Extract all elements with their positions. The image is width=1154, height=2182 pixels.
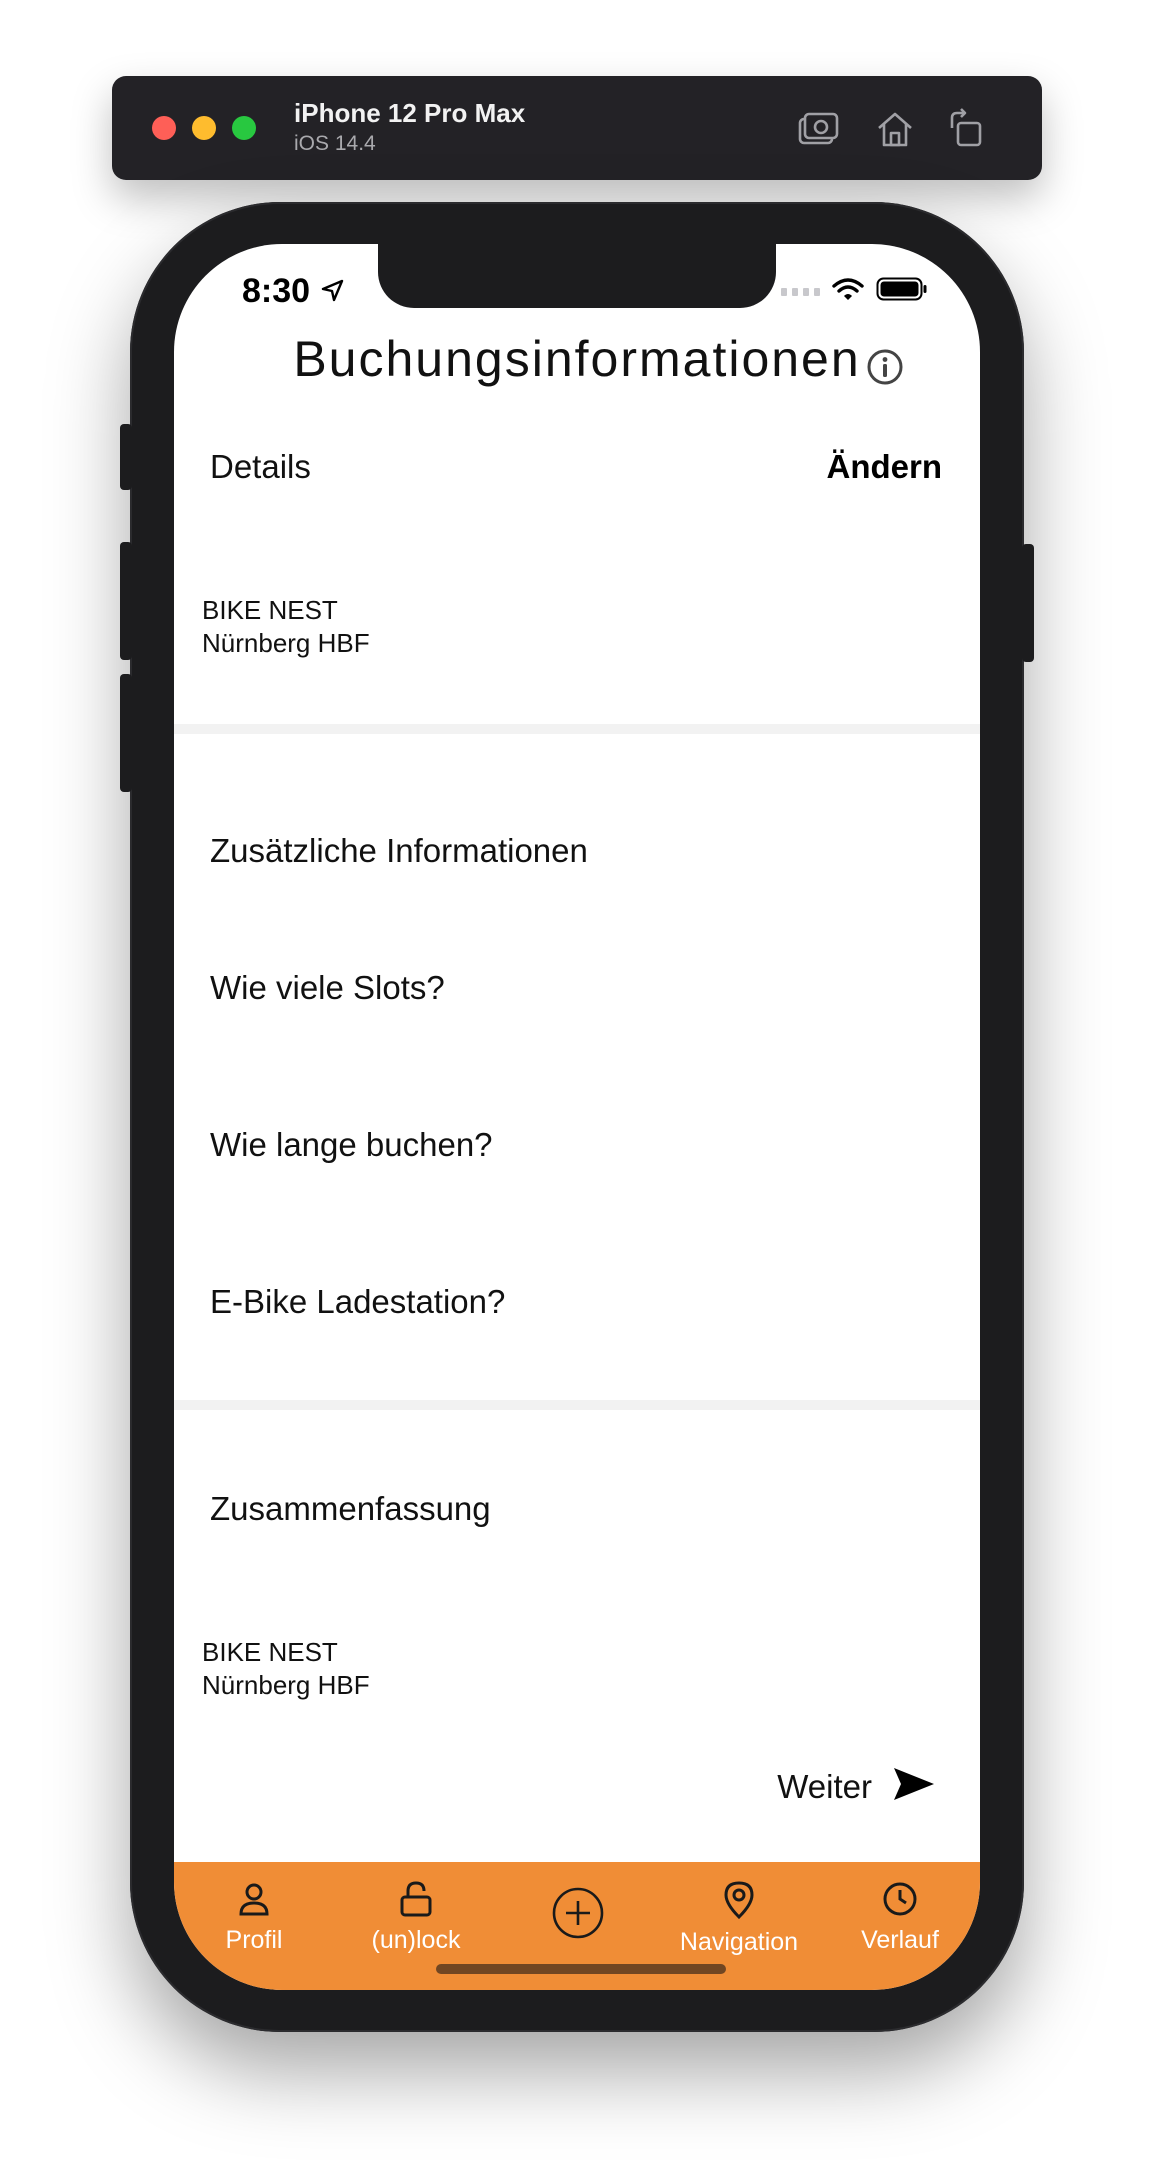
info-icon[interactable] — [866, 348, 904, 386]
details-address: BIKE NEST Nürnberg HBF — [202, 594, 370, 660]
duration-question[interactable]: Wie lange buchen? — [210, 1126, 493, 1164]
next-button[interactable]: Weiter — [777, 1766, 936, 1807]
volume-down-button — [120, 674, 132, 792]
section-divider — [174, 724, 980, 734]
tab-unlock[interactable]: (un)lock — [346, 1880, 486, 1955]
battery-icon — [876, 276, 928, 307]
location-arrow-icon — [320, 278, 346, 304]
unlock-icon — [346, 1880, 486, 1918]
rotate-icon[interactable] — [944, 106, 990, 152]
tab-navigation[interactable]: Navigation — [669, 1880, 809, 1957]
details-label: Details — [210, 448, 311, 485]
zoom-window-button[interactable] — [232, 116, 256, 140]
simulator-title-bar: iPhone 12 Pro Max iOS 14.4 — [112, 76, 1042, 180]
home-indicator[interactable] — [436, 1964, 726, 1974]
app-screen: 8:30 Buchungsinformationen Details Änder… — [174, 244, 980, 1990]
os-version: iOS 14.4 — [294, 132, 376, 155]
cellular-signal-icon — [781, 287, 820, 296]
mute-switch — [120, 424, 132, 490]
close-window-button[interactable] — [152, 116, 176, 140]
person-icon — [184, 1880, 324, 1918]
details-address-line2: Nürnberg HBF — [202, 628, 370, 658]
send-arrow-icon — [892, 1766, 936, 1807]
plus-circle-icon — [508, 1886, 648, 1940]
additional-info-title: Zusätzliche Informationen — [210, 832, 588, 869]
ebike-charging-question[interactable]: E-Bike Ladestation? — [210, 1283, 505, 1321]
details-address-line1: BIKE NEST — [202, 595, 338, 625]
device-name: iPhone 12 Pro Max — [294, 98, 526, 128]
tab-verlauf-label: Verlauf — [861, 1926, 939, 1954]
minimize-window-button[interactable] — [192, 116, 216, 140]
wifi-icon — [832, 277, 864, 306]
home-icon[interactable] — [872, 106, 918, 152]
clock-icon — [830, 1880, 970, 1918]
tab-unlock-label: (un)lock — [371, 1926, 461, 1954]
tab-verlauf[interactable]: Verlauf — [830, 1880, 970, 1955]
status-indicators — [781, 276, 928, 307]
summary-title: Zusammenfassung — [210, 1490, 491, 1527]
notch — [378, 244, 776, 308]
summary-address-line2: Nürnberg HBF — [202, 1670, 370, 1700]
power-button — [1022, 544, 1034, 662]
section-divider — [174, 1400, 980, 1410]
tab-profil-label: Profil — [225, 1926, 283, 1954]
status-time: 8:30 — [242, 272, 311, 310]
summary-address-line1: BIKE NEST — [202, 1637, 338, 1667]
slots-question[interactable]: Wie viele Slots? — [210, 969, 445, 1007]
phone-frame: 8:30 Buchungsinformationen Details Änder… — [120, 202, 1034, 2032]
next-button-label: Weiter — [777, 1767, 872, 1805]
screenshot-icon[interactable] — [796, 106, 842, 152]
edit-button[interactable]: Ändern — [827, 448, 943, 486]
location-pin-icon — [669, 1880, 809, 1920]
volume-up-button — [120, 542, 132, 660]
summary-address: BIKE NEST Nürnberg HBF — [202, 1636, 370, 1702]
tab-navigation-label: Navigation — [679, 1928, 799, 1956]
tab-add[interactable] — [508, 1886, 648, 1940]
tab-profil[interactable]: Profil — [184, 1880, 324, 1955]
page-title: Buchungsinformationen — [293, 331, 861, 387]
